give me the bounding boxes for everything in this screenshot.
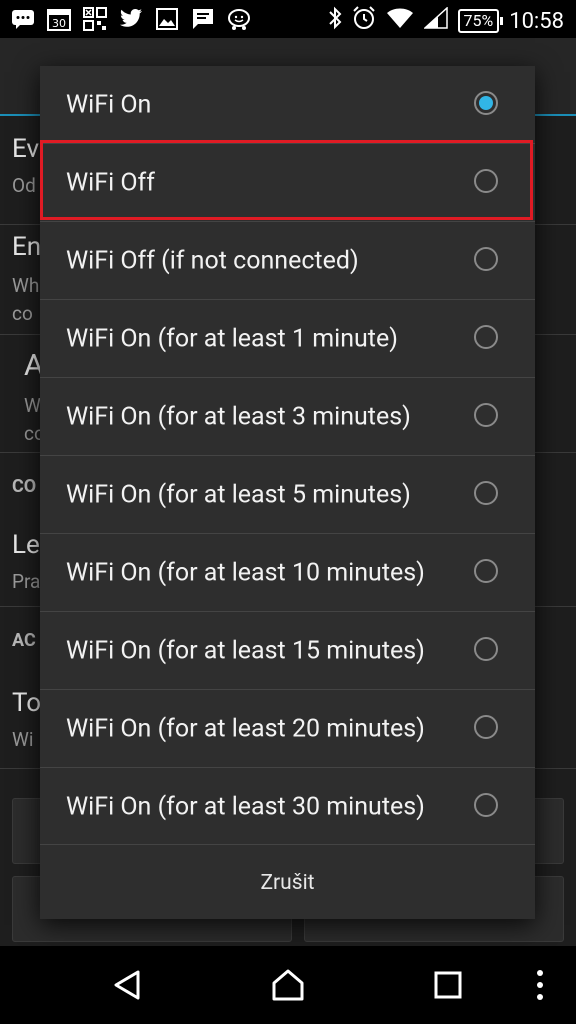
radio-icon[interactable] xyxy=(474,636,498,661)
option-label: WiFi On (for at least 3 minutes) xyxy=(66,402,411,431)
option-label: WiFi On xyxy=(66,90,152,119)
option-wifi-off-if-not-connected[interactable]: WiFi Off (if not connected) xyxy=(40,222,535,300)
qr-icon xyxy=(82,6,108,32)
radio-icon[interactable] xyxy=(474,480,498,505)
calendar-icon: 30 xyxy=(46,6,72,32)
list-item-title: En xyxy=(12,232,42,262)
list-item-title: Le xyxy=(12,530,40,560)
option-label: WiFi On (for at least 15 minutes) xyxy=(66,636,425,665)
option-wifi-on-20-minutes[interactable]: WiFi On (for at least 20 minutes) xyxy=(40,690,535,768)
signal-icon xyxy=(422,6,448,35)
option-wifi-on[interactable]: WiFi On xyxy=(40,66,535,144)
option-label: WiFi Off (if not connected) xyxy=(66,246,359,275)
bluetooth-icon xyxy=(328,6,342,36)
menu-button[interactable] xyxy=(504,946,576,1024)
option-wifi-on-15-minutes[interactable]: WiFi On (for at least 15 minutes) xyxy=(40,612,535,690)
waze-icon xyxy=(226,6,252,32)
svg-text:30: 30 xyxy=(52,17,66,30)
option-wifi-on-1-minute[interactable]: WiFi On (for at least 1 minute) xyxy=(40,300,535,378)
option-wifi-off[interactable]: WiFi Off xyxy=(40,144,535,222)
chat-icon xyxy=(10,6,36,32)
list-item-subtitle: Wh xyxy=(12,274,40,297)
option-label: WiFi On (for at least 1 minute) xyxy=(66,324,398,353)
list-item-title: To xyxy=(12,688,42,718)
option-label: WiFi On (for at least 5 minutes) xyxy=(66,480,411,509)
option-label: WiFi Off xyxy=(66,168,155,197)
wifi-icon xyxy=(386,7,414,35)
recents-icon xyxy=(434,971,462,999)
radio-icon[interactable] xyxy=(474,402,498,427)
option-wifi-on-30-minutes[interactable]: WiFi On (for at least 30 minutes) xyxy=(40,768,535,845)
radio-icon[interactable] xyxy=(474,714,498,739)
option-wifi-on-5-minutes[interactable]: WiFi On (for at least 5 minutes) xyxy=(40,456,535,534)
cancel-button[interactable]: Zrušit xyxy=(40,844,535,920)
navigation-bar xyxy=(0,946,576,1024)
status-bar: 30 75% 10:58 xyxy=(0,0,576,38)
alarm-icon xyxy=(352,6,376,36)
recents-button[interactable] xyxy=(408,946,488,1024)
radio-icon[interactable] xyxy=(474,324,498,349)
list-item-subtitle: co xyxy=(12,302,33,325)
battery-icon: 75% xyxy=(457,9,503,33)
list-item-title: Ev xyxy=(12,134,40,164)
back-icon xyxy=(114,970,140,1000)
twitter-icon xyxy=(118,6,144,32)
option-label: WiFi On (for at least 20 minutes) xyxy=(66,714,425,743)
back-button[interactable] xyxy=(88,946,168,1024)
image-icon xyxy=(154,6,180,32)
option-wifi-on-3-minutes[interactable]: WiFi On (for at least 3 minutes) xyxy=(40,378,535,456)
list-item-subtitle: Pra xyxy=(12,570,41,593)
clock: 10:58 xyxy=(509,8,564,34)
radio-selected-icon[interactable] xyxy=(474,90,498,115)
radio-icon[interactable] xyxy=(474,792,498,817)
home-button[interactable] xyxy=(248,946,328,1024)
list-item-subtitle: Od xyxy=(12,174,36,197)
list-item-subtitle: Wi xyxy=(12,728,34,751)
section-header: CO xyxy=(12,476,37,497)
battery-level: 75% xyxy=(463,11,494,30)
option-label: WiFi On (for at least 30 minutes) xyxy=(66,792,425,821)
radio-icon[interactable] xyxy=(474,246,498,271)
message-icon xyxy=(190,6,216,32)
wifi-options-dialog: WiFi On WiFi Off WiFi Off (if not connec… xyxy=(40,66,535,919)
radio-icon[interactable] xyxy=(474,558,498,583)
option-wifi-on-10-minutes[interactable]: WiFi On (for at least 10 minutes) xyxy=(40,534,535,612)
more-vert-icon xyxy=(537,970,543,1000)
section-header: AC xyxy=(12,630,36,651)
option-label: WiFi On (for at least 10 minutes) xyxy=(66,558,425,587)
home-icon xyxy=(272,969,304,1001)
radio-icon[interactable] xyxy=(474,168,498,193)
list-item-subtitle: W xyxy=(24,394,41,417)
